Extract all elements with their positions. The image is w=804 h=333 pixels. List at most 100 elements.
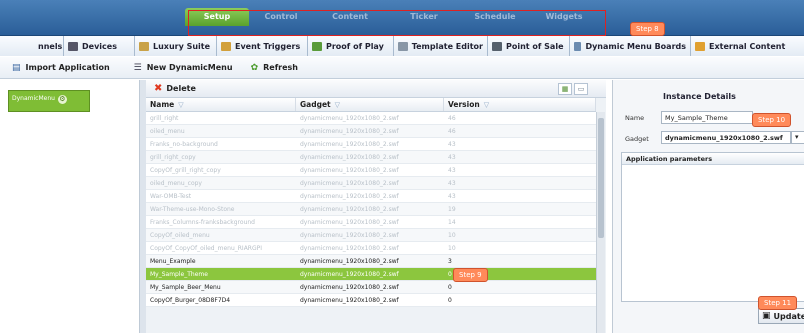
section-tabs: nnels Devices Luxury Suite Event Trigger… <box>0 36 804 56</box>
tab-label: Template Editor <box>411 41 483 51</box>
trigger-icon <box>221 41 231 51</box>
cell-gadget: dynamicmenu_1920x1080_2.swf <box>300 127 399 135</box>
import-label: Import Application <box>25 63 110 72</box>
column-header-name[interactable]: Name ▽ <box>146 98 296 111</box>
refresh-icon: ✿ <box>250 62 259 73</box>
import-icon: ▤ <box>12 62 21 73</box>
cell-gadget: dynamicmenu_1920x1080_2.swf <box>300 140 399 148</box>
table-row[interactable]: Franks_no-background dynamicmenu_1920x108… <box>146 138 596 151</box>
table-row[interactable]: CopyOf_CopyOf_oiled_menu_RIARGPI dynamicm… <box>146 242 596 255</box>
cell-version: 14 <box>448 218 456 226</box>
cell-version: 19 <box>448 205 456 213</box>
tab-label: Dynamic Menu Boards <box>585 41 686 51</box>
cell-version: 0 <box>448 296 452 304</box>
table-row[interactable]: grill_right dynamicmenu_1920x1080_2.swf 46 <box>146 112 596 125</box>
sort-icon: ▽ <box>483 100 490 109</box>
table-row[interactable]: My_Sample_Beer_Menu dynamicmenu_1920x1080… <box>146 281 596 294</box>
tab-label: Proof of Play <box>326 41 384 51</box>
tab-external-content[interactable]: External Content <box>691 36 804 56</box>
column-header-gadget[interactable]: Gadget ▽ <box>296 98 444 111</box>
cell-version: 43 <box>448 140 456 148</box>
name-field[interactable]: My_Sample_Theme <box>661 111 753 124</box>
instances-grid-panel: ✖ Delete ▦ ▭ Name ▽ Gadget ▽ Version ▽ gril… <box>146 80 606 333</box>
grid-toolbar: ✖ Delete ▦ ▭ <box>146 80 606 98</box>
table-row[interactable]: oiled_menu_copy dynamicmenu_1920x1080_2.s… <box>146 177 596 190</box>
table-row[interactable]: Franks_Columns-franksbackground dynamicme… <box>146 216 596 229</box>
menu-board-icon <box>574 41 582 51</box>
table-row[interactable]: War-OMB-Test dynamicmenu_1920x1080_2.swf 4… <box>146 190 596 203</box>
table-row[interactable]: CopyOf_oiled_menu dynamicmenu_1920x1080_2… <box>146 229 596 242</box>
tab-point-of-sale[interactable]: Point of Sale <box>488 36 570 56</box>
chevron-down-icon[interactable]: ▾ <box>791 131 804 144</box>
save-icon: ▣ <box>762 311 771 321</box>
cell-gadget: dynamicmenu_1920x1080_2.swf <box>300 283 399 291</box>
scrollbar-thumb[interactable] <box>598 118 604 238</box>
tab-event-triggers[interactable]: Event Triggers <box>217 36 308 56</box>
update-button[interactable]: ▣ Update <box>758 308 804 324</box>
refresh-button[interactable]: ✿ Refresh <box>251 63 298 73</box>
table-row[interactable]: oiled_menu dynamicmenu_1920x1080_2.swf 46 <box>146 125 596 138</box>
delete-label: Delete <box>166 84 196 93</box>
sort-icon: ▽ <box>178 100 184 109</box>
cell-name: My_Sample_Beer_Menu <box>150 283 221 291</box>
update-label: Update <box>773 311 804 321</box>
gear-icon[interactable]: ⚙ <box>57 95 67 104</box>
cell-name: grill_right <box>150 114 179 122</box>
tab-label: Devices <box>82 41 117 51</box>
cell-name: CopyOf_Burger_08D8F7D4 <box>150 296 231 304</box>
tab-proof-of-play[interactable]: Proof of Play <box>308 36 394 56</box>
cell-gadget: dynamicmenu_1920x1080_2.swf <box>300 244 399 252</box>
tab-label: Event Triggers <box>235 41 301 51</box>
tab-dynamic-menu-boards[interactable]: Dynamic Menu Boards <box>570 36 691 56</box>
application-list-panel: DynamicMenu ⚙ <box>0 80 140 333</box>
column-header-version[interactable]: Version ▽ <box>444 98 596 111</box>
delete-icon: ✖ <box>154 83 163 94</box>
new-menu-icon: ☰ <box>133 62 142 73</box>
suite-icon <box>139 41 149 51</box>
table-row[interactable]: grill_right_copy dynamicmenu_1920x1080_2.… <box>146 151 596 164</box>
step8-highlight <box>188 10 606 36</box>
cell-gadget: dynamicmenu_1920x1080_2.swf <box>300 205 399 213</box>
cell-gadget: dynamicmenu_1920x1080_2.swf <box>300 166 399 174</box>
app-item-label: DynamicMenu <box>12 95 55 102</box>
cell-name: Franks_Columns-franksbackground <box>150 218 255 226</box>
table-row[interactable]: My_Sample_Theme dynamicmenu_1920x1080_2.s… <box>146 268 596 281</box>
cell-name: CopyOf_grill_right_copy <box>150 166 221 174</box>
cell-gadget: dynamicmenu_1920x1080_2.swf <box>300 257 399 265</box>
tab-label: nnels <box>38 41 63 51</box>
dynamicmenu-app-item[interactable]: DynamicMenu ⚙ <box>8 90 90 112</box>
table-row[interactable]: CopyOf_grill_right_copy dynamicmenu_1920x… <box>146 164 596 177</box>
grid-rows: grill_right dynamicmenu_1920x1080_2.swf 46… <box>146 112 596 307</box>
pos-icon <box>492 41 502 51</box>
gadget-select[interactable]: dynamicmenu_1920x1080_2.swf <box>661 131 791 144</box>
table-row[interactable]: War-Theme-use-Mono-Stone dynamicmenu_1920… <box>146 203 596 216</box>
cell-name: grill_right_copy <box>150 153 196 161</box>
tab-template-editor[interactable]: Template Editor <box>394 36 488 56</box>
grid-view-icon[interactable]: ▦ <box>558 83 572 95</box>
tab-channels[interactable]: nnels <box>0 36 64 56</box>
cell-version: 0 <box>448 283 452 291</box>
cell-version: 46 <box>448 114 456 122</box>
table-row[interactable]: Menu_Example dynamicmenu_1920x1080_2.swf 3 <box>146 255 596 268</box>
cell-name: oiled_menu <box>150 127 185 135</box>
cell-version: 43 <box>448 166 456 174</box>
cell-name: War-Theme-use-Mono-Stone <box>150 205 235 213</box>
column-label: Gadget <box>300 100 331 109</box>
step10-callout: Step 10 <box>752 113 792 127</box>
step9-callout: Step 9 <box>453 268 488 282</box>
tab-luxury-suite[interactable]: Luxury Suite <box>135 36 217 56</box>
application-parameters-panel: Application parameters <box>621 152 804 302</box>
delete-button[interactable]: ✖ Delete <box>154 83 196 94</box>
table-row[interactable]: CopyOf_Burger_08D8F7D4 dynamicmenu_1920x1… <box>146 294 596 307</box>
tab-devices[interactable]: Devices <box>64 36 135 56</box>
tab-label: External Content <box>709 41 786 51</box>
new-dynamicmenu-button[interactable]: ☰ New DynamicMenu <box>134 63 233 73</box>
cell-gadget: dynamicmenu_1920x1080_2.swf <box>300 179 399 187</box>
import-application-button[interactable]: ▤ Import Application <box>12 63 110 73</box>
cell-name: CopyOf_CopyOf_oiled_menu_RIARGPI <box>150 244 263 252</box>
list-view-icon[interactable]: ▭ <box>574 83 588 95</box>
cell-version: 46 <box>448 127 456 135</box>
grid-scrollbar[interactable] <box>596 112 605 333</box>
cell-gadget: dynamicmenu_1920x1080_2.swf <box>300 296 399 304</box>
tab-label: Point of Sale <box>506 41 564 51</box>
